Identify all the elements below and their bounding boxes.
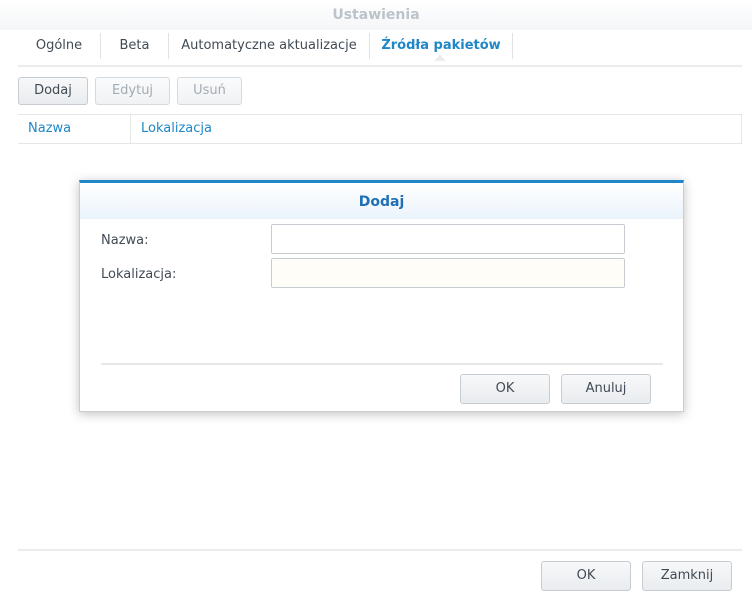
tab-beta[interactable]: Beta <box>101 33 168 59</box>
tab-automatic-updates[interactable]: Automatyczne aktualizacje <box>169 33 369 59</box>
add-source-dialog: Dodaj Nazwa: Lokalizacja: OK Anuluj <box>79 180 684 412</box>
location-field[interactable] <box>271 258 625 288</box>
edit-button[interactable]: Edytuj <box>95 77 170 105</box>
name-label: Nazwa: <box>101 233 149 248</box>
tab-bar: Ogólne Beta Automatyczne aktualizacje Źr… <box>18 33 742 67</box>
tab-general[interactable]: Ogólne <box>18 33 100 59</box>
active-tab-indicator <box>434 55 446 61</box>
close-button[interactable]: Zamknij <box>642 561 732 591</box>
footer-divider <box>18 549 742 551</box>
grid-header: Nazwa Lokalizacja <box>18 114 742 144</box>
name-field[interactable] <box>271 224 625 254</box>
tab-divider <box>512 33 513 59</box>
add-button[interactable]: Dodaj <box>18 77 88 105</box>
dialog-title: Dodaj <box>80 183 683 219</box>
dialog-cancel-button[interactable]: Anuluj <box>561 374 651 404</box>
column-header-location[interactable]: Lokalizacja <box>130 115 742 143</box>
delete-button[interactable]: Usuń <box>177 77 242 105</box>
column-header-name[interactable]: Nazwa <box>18 115 130 143</box>
ok-button[interactable]: OK <box>541 561 631 591</box>
location-label: Lokalizacja: <box>101 267 177 282</box>
dialog-divider <box>101 363 663 365</box>
dialog-ok-button[interactable]: OK <box>460 374 550 404</box>
window-title: Ustawienia <box>0 0 752 30</box>
